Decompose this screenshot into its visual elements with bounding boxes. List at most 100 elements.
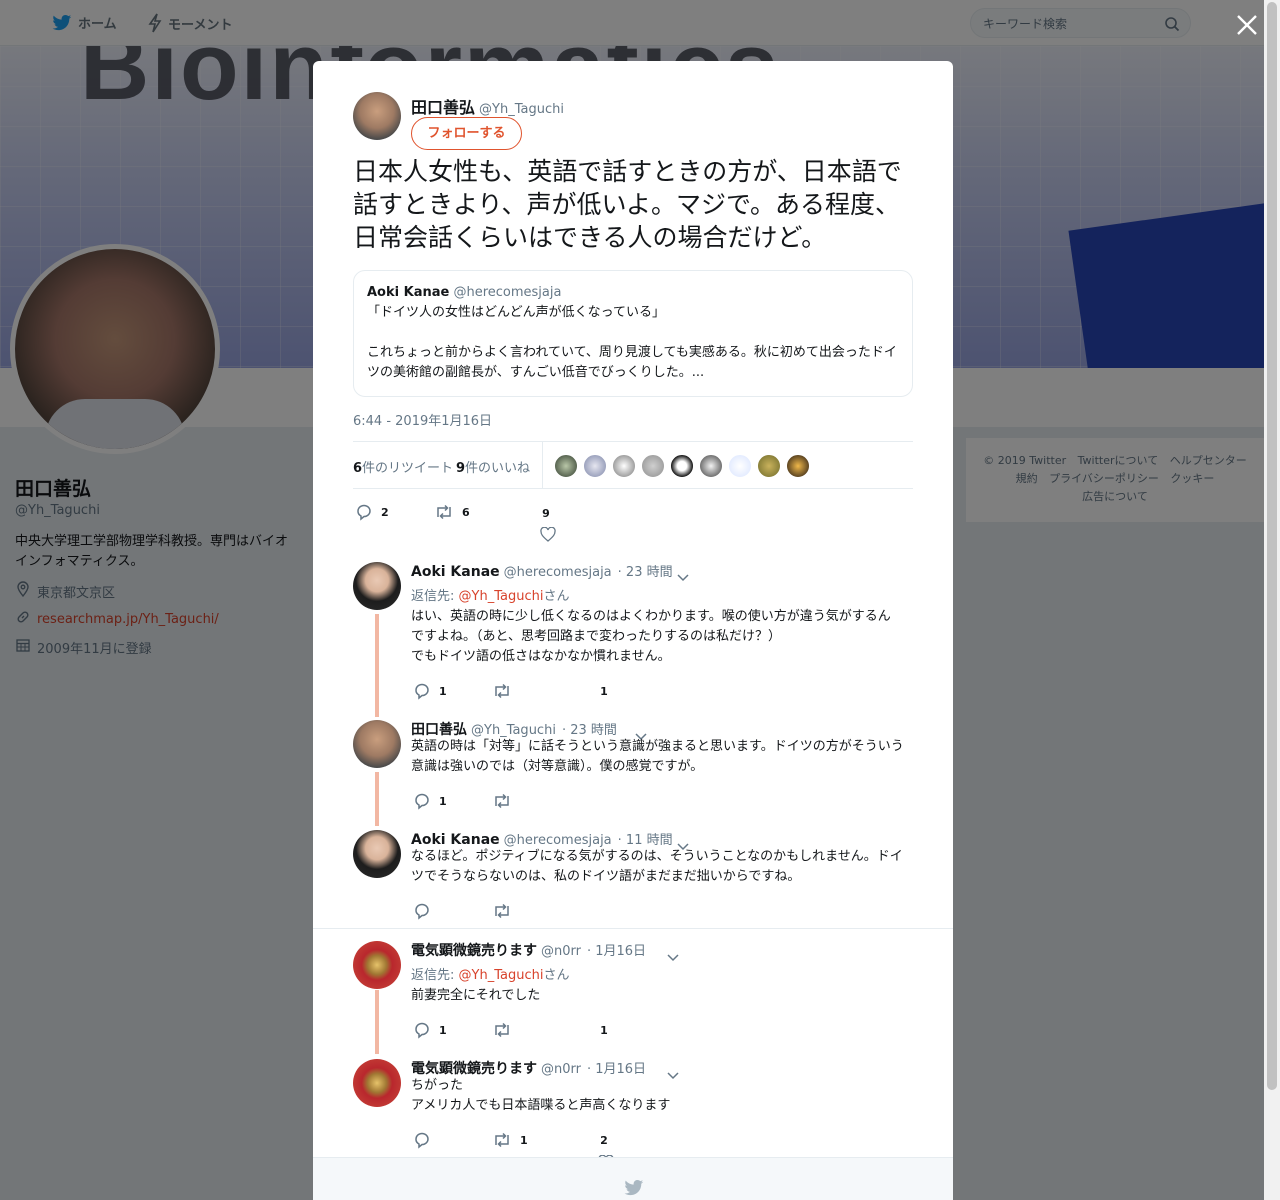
reply-text-line: アメリカ人でも日本語喋ると声高くなります xyxy=(411,1098,671,1113)
reply-time: · 1月16日 xyxy=(586,944,647,959)
reply-to-suffix: さん xyxy=(543,589,570,604)
reply-header[interactable]: 電気顕微鏡売ります @n0rr · 1月16日 xyxy=(411,1058,646,1078)
reply-author-name: 電気顕微鏡売ります xyxy=(411,1061,537,1077)
reply-text-line: 意識は強いのでは（対等意識）。僕の感覚ですが。 xyxy=(411,759,704,774)
like-count: 2 xyxy=(600,1134,608,1147)
retweet-stat-label: 件のリツイート xyxy=(362,461,454,476)
reply-action[interactable]: 2 xyxy=(355,503,389,521)
scrollbar-thumb[interactable] xyxy=(1267,2,1277,1090)
thread-line xyxy=(375,772,379,826)
quoted-text-line: ツの美術館の副館長が、すんごい低音でびっくりした。... xyxy=(367,365,705,380)
follow-button[interactable]: フォローする xyxy=(411,117,522,150)
chevron-down-icon[interactable] xyxy=(634,726,648,741)
reply-action[interactable] xyxy=(413,902,431,920)
reply-to-mention[interactable]: @Yh_Taguchi xyxy=(459,589,544,604)
reply-author-name: Aoki Kanae xyxy=(411,564,500,580)
reply-author-handle: @n0rr xyxy=(541,1062,581,1077)
reply-to-prefix: 返信先: xyxy=(411,589,459,604)
liker-avatar[interactable] xyxy=(699,454,723,478)
like-count: 9 xyxy=(542,507,550,520)
quoted-blank-line xyxy=(367,323,899,343)
like-stat[interactable]: 9件のいいね xyxy=(456,457,530,476)
reply-text: なるほど。ポジティブになる気がするのは、そういうことなのかもしれません。ドイ ツ… xyxy=(411,847,916,887)
reply-time: · 1月16日 xyxy=(586,1062,647,1077)
reply-to-line: 返信先: @Yh_Taguchiさん xyxy=(411,964,569,983)
reply-icon xyxy=(413,682,431,700)
retweet-count: 6 xyxy=(462,505,470,519)
retweet-icon xyxy=(434,503,454,521)
reply-header[interactable]: Aoki Kanae @herecomesjaja · 11 時間 xyxy=(411,829,673,848)
tweet-timestamp[interactable]: 6:44 - 2019年1月16日 xyxy=(353,410,492,429)
reply-action[interactable]: 1 xyxy=(413,1021,447,1039)
reply-time: · 11 時間 xyxy=(617,833,673,848)
like-count[interactable]: 1 xyxy=(594,685,614,698)
reply-to-mention[interactable]: @Yh_Taguchi xyxy=(459,968,544,983)
twitter-bird-icon xyxy=(624,1179,644,1200)
liker-avatar[interactable] xyxy=(786,454,810,478)
reply-header[interactable]: 田口善弘 @Yh_Taguchi · 23 時間 xyxy=(411,719,617,739)
author-name-row[interactable]: 田口善弘 @Yh_Taguchi xyxy=(411,94,564,118)
liker-avatar[interactable] xyxy=(583,454,607,478)
reply-action[interactable]: 1 xyxy=(413,792,447,810)
reply-author-handle: @herecomesjaja xyxy=(503,565,612,580)
reply-avatar[interactable] xyxy=(353,562,401,610)
liker-avatar[interactable] xyxy=(641,454,665,478)
reply-text-line: ですよね。（あと、思考回路まで変わったりするのは私だけ？） xyxy=(411,629,781,644)
quoted-author-name: Aoki Kanae xyxy=(367,285,450,300)
reply-count: 1 xyxy=(439,794,447,808)
retweet-action[interactable]: 6 xyxy=(434,503,470,521)
like-stat-label: 件のいいね xyxy=(465,461,531,476)
reply-to-line: 返信先: @Yh_Taguchiさん xyxy=(411,585,569,604)
liker-avatar[interactable] xyxy=(757,454,781,478)
retweet-icon xyxy=(492,1131,512,1149)
retweet-icon xyxy=(492,902,512,920)
like-count[interactable]: 1 xyxy=(594,1024,614,1037)
reply-author-name: 田口善弘 xyxy=(411,722,467,738)
retweet-action[interactable] xyxy=(492,682,512,700)
reply-text-line: はい、英語の時に少し低くなるのはよくわかります。喉の使い方が違う気がするん xyxy=(411,609,891,624)
reply-count: 2 xyxy=(381,505,389,519)
reply-author-handle: @herecomesjaja xyxy=(503,833,612,848)
retweet-action[interactable] xyxy=(492,902,512,920)
reply-avatar[interactable] xyxy=(353,1059,401,1107)
stats-divider xyxy=(542,442,543,488)
author-name: 田口善弘 xyxy=(411,98,476,117)
quoted-tweet[interactable]: Aoki Kanae @herecomesjaja 「ドイツ人の女性はどんどん声… xyxy=(353,270,913,397)
retweet-icon xyxy=(492,1021,512,1039)
tweet-modal: 田口善弘 @Yh_Taguchi フォローする 日本人女性も、英語で話すときの方が… xyxy=(313,61,953,1200)
chevron-down-icon[interactable] xyxy=(676,567,690,582)
reply-to-suffix: さん xyxy=(543,968,570,983)
chevron-down-icon[interactable] xyxy=(666,947,680,962)
tweet-text: 日本人女性も、英語で話すときの方が、日本語で話すときより、声が低いよ。マジで。あ… xyxy=(353,157,902,252)
retweet-count: 1 xyxy=(520,1133,528,1147)
modal-footer xyxy=(313,1157,953,1200)
liker-avatar[interactable] xyxy=(554,454,578,478)
reply-count: 1 xyxy=(439,684,447,698)
reply-action[interactable]: 1 xyxy=(413,682,447,700)
liker-avatar[interactable] xyxy=(612,454,636,478)
liker-avatar[interactable] xyxy=(670,454,694,478)
heart-icon[interactable] xyxy=(540,526,556,546)
reply-action[interactable] xyxy=(413,1131,431,1149)
close-icon[interactable] xyxy=(1234,12,1260,38)
reply-avatar[interactable] xyxy=(353,830,401,878)
reply-text: 英語の時は「対等」に話そうという意識が強まると思います。ドイツの方がそういう 意… xyxy=(411,737,916,777)
retweet-stat[interactable]: 6件のリツイート xyxy=(353,457,453,476)
quoted-author-handle: @herecomesjaja xyxy=(453,285,562,300)
chevron-down-icon[interactable] xyxy=(676,836,690,851)
reply-text: はい、英語の時に少し低くなるのはよくわかります。喉の使い方が違う気がするん です… xyxy=(411,607,916,667)
reply-avatar[interactable] xyxy=(353,941,401,989)
page-scrollbar[interactable] xyxy=(1264,0,1280,1200)
reply-icon xyxy=(413,792,431,810)
liker-avatar[interactable] xyxy=(728,454,752,478)
retweet-action[interactable]: 1 xyxy=(492,1131,528,1149)
reply-header[interactable]: 電気顕微鏡売ります @n0rr · 1月16日 xyxy=(411,940,646,960)
retweet-action[interactable] xyxy=(492,1021,512,1039)
reply-text-line: でもドイツ語の低さはなかなか慣れません。 xyxy=(411,649,671,664)
retweet-action[interactable] xyxy=(492,792,512,810)
retweet-icon xyxy=(492,792,512,810)
reply-header[interactable]: Aoki Kanae @herecomesjaja · 23 時間 xyxy=(411,561,673,580)
author-avatar[interactable] xyxy=(353,92,401,140)
chevron-down-icon[interactable] xyxy=(666,1065,680,1080)
reply-avatar[interactable] xyxy=(353,720,401,768)
